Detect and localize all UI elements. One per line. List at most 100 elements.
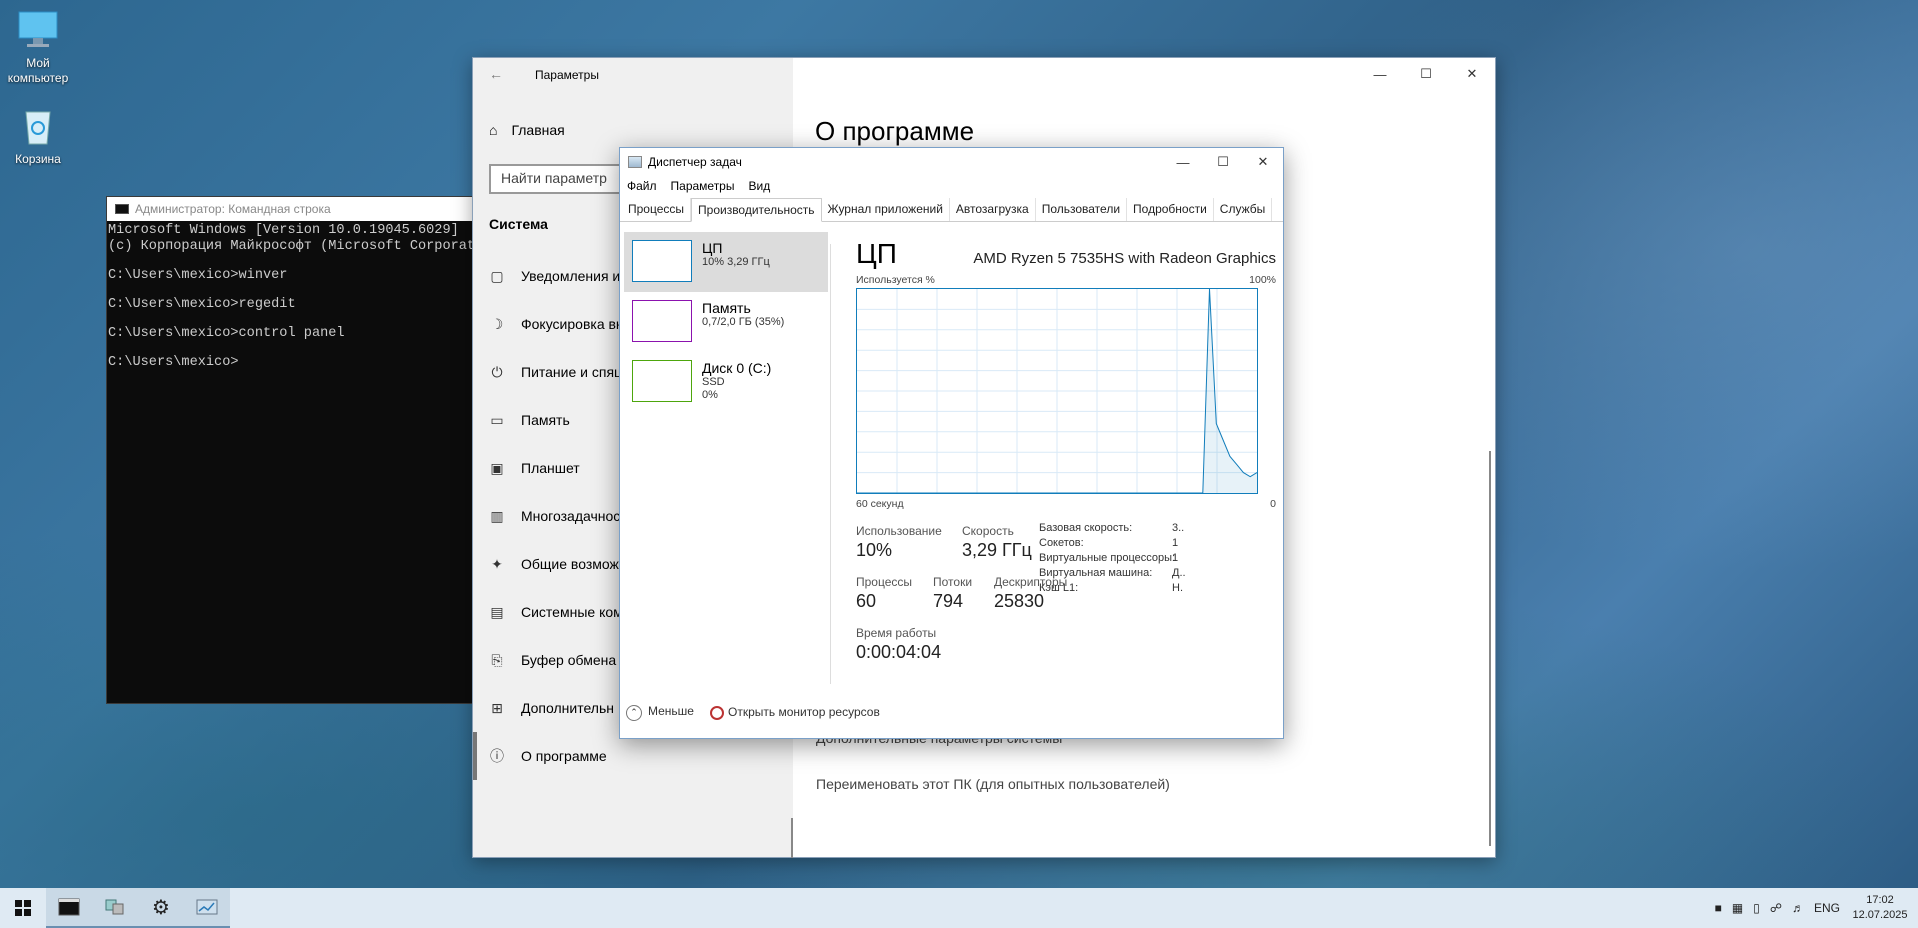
sidebar-item-label: Многозадачност	[521, 508, 627, 524]
task-manager-footer: ⌃ Меньше Открыть монитор ресурсов	[626, 704, 880, 721]
task-manager-menubar: Файл Параметры Вид	[620, 176, 1283, 196]
cmd-icon	[115, 204, 129, 214]
desktop-icon-recycle-bin[interactable]: Корзина	[0, 104, 76, 167]
minimize-icon[interactable]: —	[1357, 58, 1403, 90]
volume-icon[interactable]: ♬	[1792, 901, 1804, 915]
resource-monitor-link[interactable]: Открыть монитор ресурсов	[709, 705, 880, 720]
cpu-detail-pane: ЦП AMD Ryzen 5 7535HS with Radeon Graphi…	[856, 238, 1276, 698]
system-tray: ■ ▦ ▯ ☍ ♬ ENG 17:02 12.07.2025	[1715, 888, 1918, 928]
settings-title: Параметры	[535, 68, 599, 82]
tab-6[interactable]: Службы	[1214, 198, 1273, 221]
menu-options[interactable]: Параметры	[671, 179, 735, 193]
clock[interactable]: 17:02 12.07.2025	[1850, 893, 1910, 923]
cpu-graph-svg	[857, 288, 1258, 494]
info-icon: ⓘ	[490, 748, 504, 764]
taskbar-regedit[interactable]	[92, 888, 138, 928]
tablet-icon: ▣	[490, 459, 504, 476]
task-manager-window-controls: — ☐ ✕	[1163, 148, 1283, 176]
rename-pc-link[interactable]: Переименовать этот ПК (для опытных польз…	[816, 776, 1170, 792]
moon-icon: ☽	[490, 315, 504, 332]
start-button[interactable]	[0, 888, 46, 928]
taskbar-settings[interactable]: ⚙	[138, 888, 184, 928]
cmd-line: (c) Корпорация Майкрософт (Microsoft Cor…	[108, 239, 484, 254]
network-icon[interactable]: ☍	[1770, 901, 1782, 915]
desktop-icon-label: Корзина	[15, 152, 61, 166]
detail-value: Д..	[1172, 567, 1186, 579]
gear-icon: ⚙	[152, 896, 170, 919]
language-indicator[interactable]: ENG	[1814, 901, 1840, 915]
task-manager-window[interactable]: Диспетчер задач — ☐ ✕ Файл Параметры Вид…	[619, 147, 1284, 739]
speed-label: Скорость	[962, 524, 1014, 538]
cmd-line	[108, 342, 495, 355]
threads-value: 794	[933, 591, 964, 611]
taskbar-cmd[interactable]	[46, 888, 92, 928]
usb-icon[interactable]: ▯	[1753, 901, 1760, 915]
usage-label: Использование	[856, 524, 942, 538]
chevron-up-icon: ⌃	[626, 704, 642, 721]
settings-home-label: Главная	[511, 122, 565, 138]
main-scrollbar[interactable]	[1489, 451, 1491, 846]
uptime-value: 0:00:04:04	[856, 642, 942, 662]
sidebar-item-label: Память	[521, 412, 570, 428]
tab-4[interactable]: Пользователи	[1036, 198, 1128, 221]
graph-label-max: 100%	[1249, 274, 1276, 286]
resource-monitor-icon	[709, 705, 724, 720]
handles-value: 25830	[994, 591, 1045, 611]
tab-2[interactable]: Журнал приложений	[822, 198, 950, 221]
menu-file[interactable]: Файл	[627, 179, 657, 193]
menu-view[interactable]: Вид	[748, 179, 770, 193]
tab-0[interactable]: Процессы	[622, 198, 692, 221]
close-icon[interactable]: ✕	[1449, 58, 1495, 90]
cpu-model: AMD Ryzen 5 7535HS with Radeon Graphics	[973, 250, 1276, 267]
desktop-icon-label: Мой компьютер	[7, 56, 69, 85]
resource-thumbnail	[632, 300, 692, 342]
cmd-titlebar[interactable]: Администратор: Командная строка	[107, 197, 495, 221]
cmd-line: Microsoft Windows [Version 10.0.19045.60…	[108, 223, 459, 238]
components-icon: ▤	[490, 603, 504, 620]
keyboard-icon[interactable]: ▦	[1732, 901, 1743, 915]
tab-5[interactable]: Подробности	[1127, 198, 1214, 221]
desktop-icon-my-computer[interactable]: Мой компьютер	[0, 8, 76, 86]
cmd-window[interactable]: Администратор: Командная строка Microsof…	[106, 196, 496, 704]
cmd-line	[108, 255, 495, 268]
taskbar-task-manager[interactable]	[184, 888, 230, 928]
settings-home-link[interactable]: ⌂ Главная	[489, 122, 565, 138]
sidebar-scrollbar[interactable]	[791, 818, 793, 858]
maximize-icon[interactable]: ☐	[1403, 58, 1449, 90]
windows-logo-icon	[15, 900, 31, 916]
resource-sub1: 10% 3,29 ГГц	[702, 256, 770, 268]
resource-name: Память	[702, 300, 751, 316]
task-manager-icon	[628, 156, 642, 168]
resource-item[interactable]: Память 0,7/2,0 ГБ (35%)	[624, 292, 828, 352]
multitasking-icon: ▥	[490, 507, 504, 524]
resource-item[interactable]: ЦП 10% 3,29 ГГц	[624, 232, 828, 292]
home-icon: ⌂	[489, 122, 498, 138]
cmd-output[interactable]: Microsoft Windows [Version 10.0.19045.60…	[107, 221, 495, 371]
speed-value: 3,29 ГГц	[962, 540, 1032, 560]
maximize-icon[interactable]: ☐	[1203, 148, 1243, 176]
fewer-details-button[interactable]: ⌃ Меньше	[626, 704, 694, 721]
processes-label: Процессы	[856, 575, 913, 589]
notification-area-icon[interactable]: ■	[1715, 901, 1722, 915]
task-manager-tabs: Процессы Производительность Журнал приложе…	[620, 198, 1283, 222]
taskbar: ⚙ ■ ▦ ▯ ☍ ♬ ENG 17:02 12.07.2025	[0, 888, 1918, 928]
cmd-line: C:\Users\mexico>winver	[108, 268, 288, 283]
fewer-details-label: Меньше	[648, 704, 694, 718]
clock-date: 12.07.2025	[1852, 909, 1908, 921]
sidebar-item-label: Планшет	[521, 460, 580, 476]
cmd-line	[108, 313, 495, 326]
tab-3[interactable]: Автозагрузка	[950, 198, 1036, 221]
minimize-icon[interactable]: —	[1163, 148, 1203, 176]
clipboard-icon: ⎘	[491, 651, 503, 668]
close-icon[interactable]: ✕	[1243, 148, 1283, 176]
sidebar-item-label: Уведомления и	[521, 268, 621, 284]
detail-value: 1	[1172, 537, 1179, 549]
tab-1[interactable]: Производительность	[691, 198, 822, 222]
back-arrow-icon[interactable]: ←	[489, 66, 503, 82]
task-manager-title: Диспетчер задач	[648, 155, 742, 169]
sidebar-item-label: Системные ком	[521, 604, 623, 620]
registry-icon	[105, 899, 124, 915]
sidebar-item-info[interactable]: ⓘ О программе	[473, 732, 793, 780]
terminal-icon	[58, 898, 80, 916]
resource-item[interactable]: Диск 0 (C:) SSD 0%	[624, 352, 828, 412]
